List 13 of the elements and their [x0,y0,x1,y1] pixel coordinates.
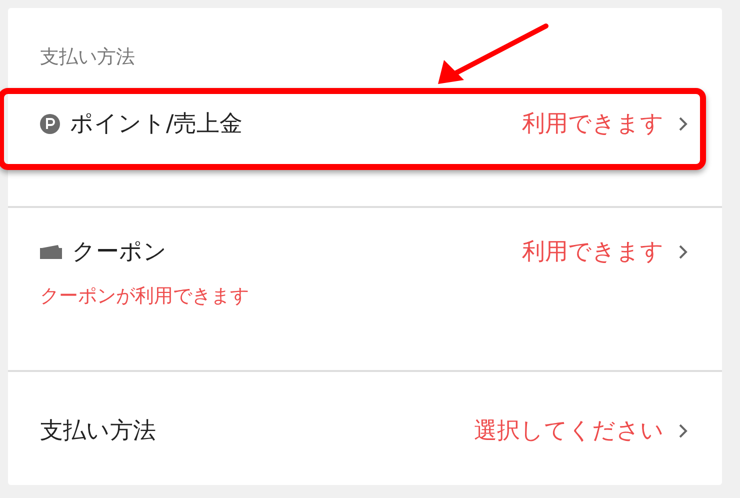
status-text[interactable]: 選択してください [474,415,664,446]
row-label[interactable]: クーポン [72,236,512,267]
row-label[interactable]: ポイント/売上金 [70,108,512,139]
ticket-icon [40,244,62,260]
chevron-icon[interactable] [678,422,688,438]
chevron-icon[interactable] [678,244,688,260]
chevron-icon[interactable] [678,116,688,132]
row-label[interactable]: 支払い方法 [40,415,464,446]
section-title: 支払い方法 [40,45,136,70]
point-icon [40,114,60,134]
status-text[interactable]: 利用できます [522,236,664,267]
note-text: クーポンが利用できます [40,284,250,309]
status-text[interactable]: 利用できます [522,108,664,139]
